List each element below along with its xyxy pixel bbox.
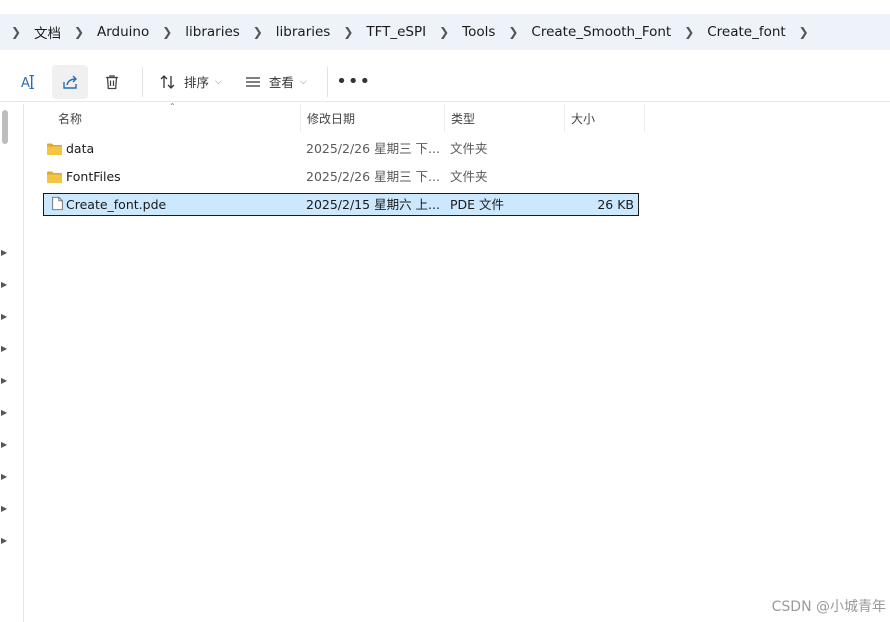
expand-chevron-icon[interactable]: ▶ [1,344,7,353]
watermark: CSDN @小城青年 [771,599,886,615]
share-button[interactable] [52,64,88,99]
more-icon: ••• [336,71,372,92]
expand-chevron-icon[interactable]: ▶ [1,440,7,449]
toolbar-separator [142,66,143,97]
expand-chevron-icon[interactable]: ▶ [1,312,7,321]
column-header-row: 名称 ⌃ 修改日期 类型 大小 [24,102,890,132]
command-bar: A 排序 ⌵ 查看 ⌵ ••• [0,62,890,102]
breadcrumb-item-libraries[interactable]: libraries [177,14,248,50]
breadcrumb: ❯ 文档 ❯ Arduino ❯ libraries ❯ libraries ❯… [0,14,890,50]
view-list-icon [245,76,260,87]
breadcrumb-item-tft-espi[interactable]: TFT_eSPI [358,14,434,50]
chevron-right-icon[interactable]: ❯ [157,25,177,39]
breadcrumb-item-create-smooth-font[interactable]: Create_Smooth_Font [523,14,679,50]
delete-button[interactable] [94,65,130,99]
sort-label: 排序 [184,75,210,90]
svg-text:A: A [21,76,30,91]
view-label: 查看 [268,75,294,90]
file-type: 文件夹 [450,141,488,156]
address-bar: ❯ 文档 ❯ Arduino ❯ libraries ❯ libraries ❯… [0,0,890,64]
view-button[interactable]: 查看 ⌵ [236,65,315,99]
chevron-right-icon[interactable]: ❯ [248,25,268,39]
chevron-right-icon[interactable]: ❯ [679,25,699,39]
share-icon [63,75,77,89]
expand-chevron-icon[interactable]: ▶ [1,536,7,545]
breadcrumb-item-create-font[interactable]: Create_font [699,14,793,50]
chevron-right-icon[interactable]: ❯ [434,25,454,39]
chevron-right-icon[interactable]: ❯ [69,25,89,39]
file-date: 2025/2/26 星期三 下... [306,169,440,184]
column-header-date[interactable]: 修改日期 [301,104,445,132]
breadcrumb-item-tools[interactable]: Tools [454,14,503,50]
chevron-down-icon: ⌵ [215,76,222,87]
scrollbar-thumb[interactable] [2,110,8,144]
list-item-selected[interactable]: Create_font.pde 2025/2/15 星期六 上... PDE 文… [43,193,639,216]
chevron-right-icon[interactable]: ❯ [503,25,523,39]
expand-chevron-icon[interactable]: ▶ [1,504,7,513]
file-size: 26 KB [597,197,634,212]
expand-chevron-icon[interactable]: ▶ [1,376,7,385]
navigation-pane: ▶ ▶ ▶ ▶ ▶ ▶ ▶ ▶ ▶ ▶ [0,104,24,622]
more-options-button[interactable]: ••• [336,65,372,99]
list-item[interactable]: FontFiles 2025/2/26 星期三 下... 文件夹 [44,166,640,189]
expand-chevron-icon[interactable]: ▶ [1,248,7,257]
rename-button[interactable]: A [10,65,46,99]
chevron-right-icon[interactable]: ❯ [794,25,814,39]
breadcrumb-item-arduino[interactable]: Arduino [89,14,157,50]
file-name: FontFiles [66,169,121,184]
file-name: data [66,141,95,156]
folder-icon [47,143,62,155]
toolbar-separator [326,66,328,97]
document-icon [52,196,63,211]
file-date: 2025/2/26 星期三 下... [306,141,440,156]
sort-button[interactable]: 排序 ⌵ [151,65,230,99]
breadcrumb-item-documents[interactable]: 文档 [26,14,69,50]
file-date: 2025/2/15 星期六 上... [306,197,440,212]
folder-icon [47,171,62,183]
chevron-right-icon[interactable]: ❯ [6,25,26,39]
column-header-type[interactable]: 类型 [445,104,565,132]
chevron-down-icon: ⌵ [299,76,307,87]
list-item[interactable]: data 2025/2/26 星期三 下... 文件夹 [44,138,640,161]
column-header-size[interactable]: 大小 [565,104,645,132]
rename-icon: A [21,74,34,91]
file-type: PDE 文件 [450,197,505,212]
chevron-right-icon[interactable]: ❯ [338,25,358,39]
sort-icon [160,74,175,89]
expand-chevron-icon[interactable]: ▶ [1,472,7,481]
file-type: 文件夹 [450,169,488,184]
column-header-name[interactable]: 名称 ⌃ [24,102,301,132]
trash-icon [106,74,118,89]
sort-ascending-icon: ⌃ [169,102,176,111]
breadcrumb-item-libraries-2[interactable]: libraries [268,14,339,50]
file-name: Create_font.pde [66,197,167,212]
expand-chevron-icon[interactable]: ▶ [1,408,7,417]
expand-chevron-icon[interactable]: ▶ [1,280,7,289]
